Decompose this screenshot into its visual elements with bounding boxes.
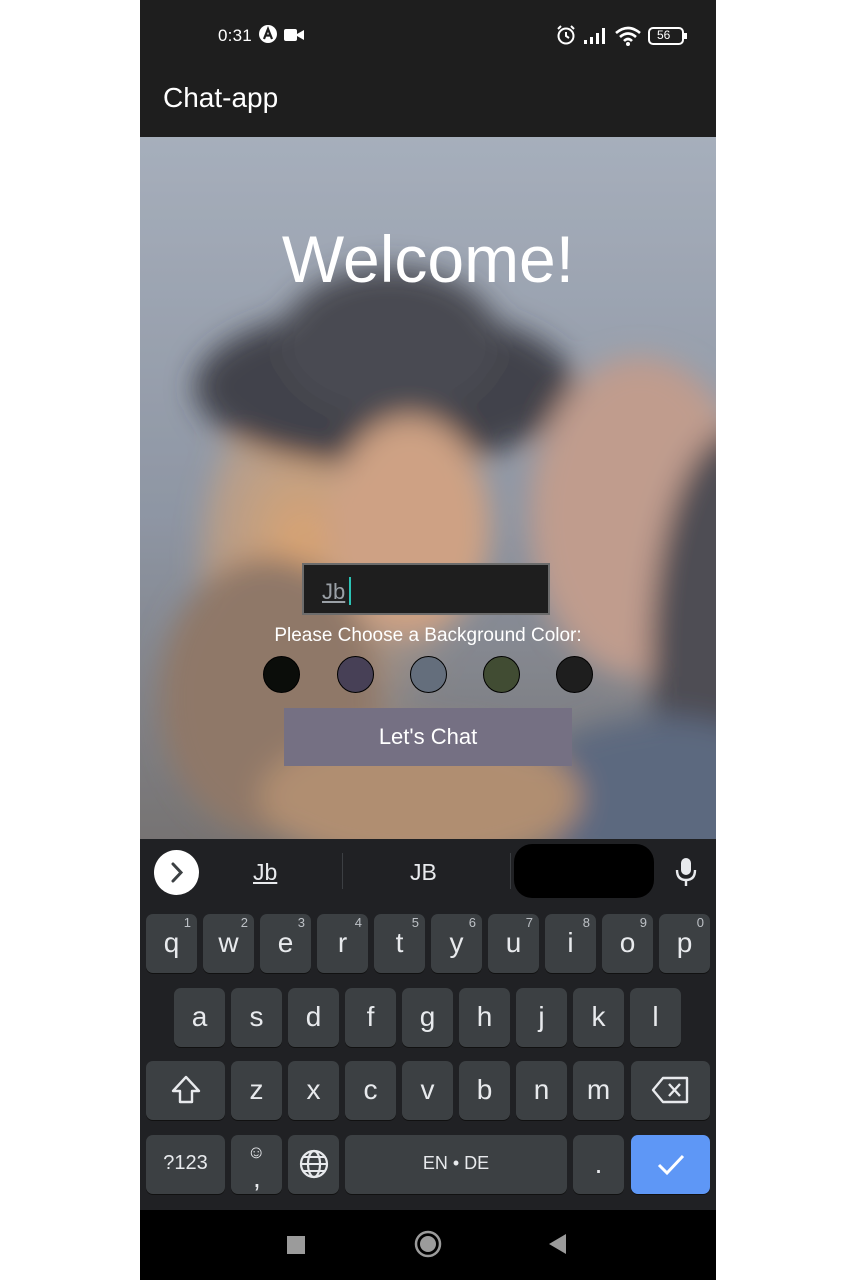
redacted-suggestion [514, 844, 654, 898]
period-key[interactable]: . [573, 1135, 624, 1194]
emoji-comma-key[interactable]: ☺ , [231, 1135, 282, 1194]
key-hint: 4 [354, 915, 362, 930]
home-icon[interactable] [414, 1230, 442, 1263]
alarm-icon [555, 24, 577, 51]
key-label: t [395, 927, 404, 958]
keyboard: Jb JB q1 w2 e3 r4 t5 y6 u7 i8 o9 p0 a s … [140, 839, 716, 1210]
key-y[interactable]: y6 [431, 914, 482, 973]
key-s[interactable]: s [231, 988, 282, 1047]
key-hint: 6 [468, 915, 476, 930]
key-label: o [619, 927, 636, 958]
key-p[interactable]: p0 [659, 914, 710, 973]
key-hint: 2 [240, 915, 248, 930]
key-hint: 9 [639, 915, 647, 930]
key-t[interactable]: t5 [374, 914, 425, 973]
key-v[interactable]: v [402, 1061, 453, 1120]
key-hint: 3 [297, 915, 305, 930]
color-swatch-dark[interactable] [556, 656, 593, 693]
space-key[interactable]: EN • DE [345, 1135, 567, 1194]
text-caret [349, 577, 351, 605]
choose-color-label: Please Choose a Background Color: [274, 625, 582, 646]
shift-key[interactable] [146, 1061, 225, 1120]
key-e[interactable]: e3 [260, 914, 311, 973]
status-bar: 0:31 56 [140, 0, 716, 70]
key-label: w [218, 927, 239, 958]
key-k[interactable]: k [573, 988, 624, 1047]
key-hint: 5 [411, 915, 419, 930]
key-n[interactable]: n [516, 1061, 567, 1120]
name-input[interactable]: Jb [302, 563, 550, 615]
status-time: 0:31 [218, 26, 252, 45]
key-label: y [449, 927, 464, 958]
key-d[interactable]: d [288, 988, 339, 1047]
key-label: i [567, 927, 574, 958]
comma-label: , [253, 1162, 261, 1193]
key-label: e [277, 927, 294, 958]
key-hint: 0 [696, 915, 704, 930]
key-h[interactable]: h [459, 988, 510, 1047]
key-u[interactable]: u7 [488, 914, 539, 973]
key-o[interactable]: o9 [602, 914, 653, 973]
color-swatch-purple[interactable] [337, 656, 374, 693]
key-label: u [505, 927, 522, 958]
key-l[interactable]: l [630, 988, 681, 1047]
enter-done-key[interactable] [631, 1135, 710, 1194]
location-a-icon [258, 24, 278, 49]
welcome-title: Welcome! [281, 222, 575, 296]
back-icon[interactable] [549, 1234, 567, 1259]
key-z[interactable]: z [231, 1061, 282, 1120]
key-g[interactable]: g [402, 988, 453, 1047]
chevron-right-icon [171, 862, 184, 883]
suggestion-2[interactable]: JB [410, 859, 437, 886]
suggestion-divider [342, 853, 343, 889]
key-r[interactable]: r4 [317, 914, 368, 973]
globe-icon [299, 1149, 328, 1179]
language-key[interactable] [288, 1135, 339, 1194]
key-w[interactable]: w2 [203, 914, 254, 973]
suggestion-strip: Jb JB [140, 839, 716, 905]
key-hint: 7 [525, 915, 533, 930]
key-label: q [163, 927, 180, 958]
battery-level: 56 [657, 28, 671, 42]
app-title: Chat-app [163, 82, 279, 113]
key-m[interactable]: m [573, 1061, 624, 1120]
backspace-key[interactable] [631, 1061, 710, 1120]
start-screen: Welcome! Jb Please Choose a Background C… [140, 137, 716, 839]
key-label: r [337, 927, 348, 958]
recents-icon[interactable] [287, 1236, 305, 1259]
key-b[interactable]: b [459, 1061, 510, 1120]
phone-screen: 0:31 56 Chat-app Welcome! Jb Please Choo… [140, 0, 716, 1280]
symbols-key[interactable]: ?123 [146, 1135, 225, 1194]
signal-icon [583, 26, 609, 51]
key-q[interactable]: q1 [146, 914, 197, 973]
color-swatch-green[interactable] [483, 656, 520, 693]
wifi-icon [614, 25, 642, 52]
color-swatch-gray[interactable] [410, 656, 447, 693]
key-x[interactable]: x [288, 1061, 339, 1120]
shift-icon [171, 1075, 200, 1104]
key-c[interactable]: c [345, 1061, 396, 1120]
suggestion-expand-button[interactable] [154, 850, 199, 895]
suggestion-divider [510, 853, 511, 889]
battery-icon: 56 [648, 27, 688, 50]
key-f[interactable]: f [345, 988, 396, 1047]
video-icon [283, 27, 305, 48]
navigation-bar [140, 1210, 716, 1280]
backspace-icon [651, 1076, 688, 1104]
mic-icon[interactable] [675, 857, 697, 892]
app-bar: Chat-app [140, 70, 716, 137]
name-input-value[interactable]: Jb [322, 579, 345, 605]
lets-chat-button[interactable]: Let's Chat [284, 708, 572, 766]
key-label: p [676, 927, 693, 958]
key-a[interactable]: a [174, 988, 225, 1047]
color-swatch-black[interactable] [263, 656, 300, 693]
suggestion-1[interactable]: Jb [253, 859, 277, 886]
key-j[interactable]: j [516, 988, 567, 1047]
key-hint: 8 [582, 915, 590, 930]
key-i[interactable]: i8 [545, 914, 596, 973]
key-hint: 1 [183, 915, 191, 930]
checkmark-icon [657, 1154, 684, 1176]
